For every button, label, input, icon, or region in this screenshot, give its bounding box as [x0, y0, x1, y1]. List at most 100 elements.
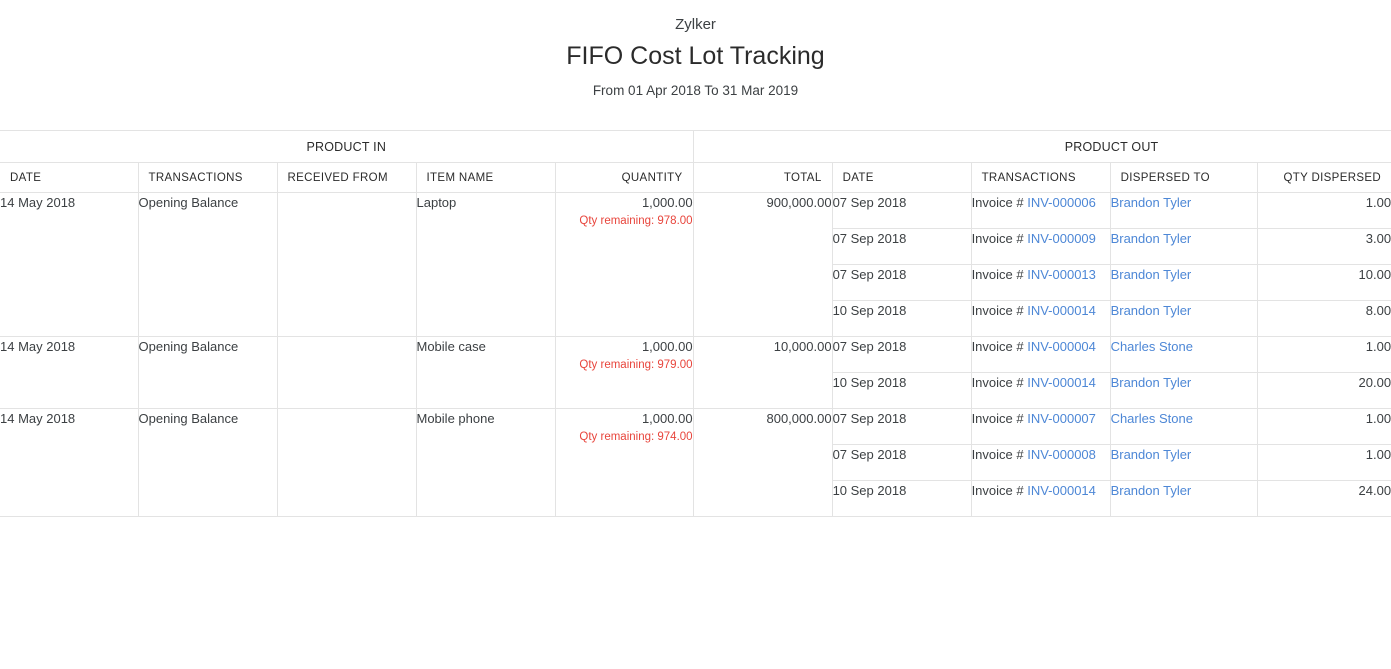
table-body: 14 May 2018Opening BalanceLaptop1,000.00… — [0, 193, 1391, 517]
group-header-product-in: PRODUCT IN — [0, 131, 693, 163]
cell-item-name: Mobile phone — [416, 409, 555, 517]
cell-qty-dispersed: 8.00 — [1257, 301, 1391, 337]
cell-in-date: 14 May 2018 — [0, 409, 138, 517]
cell-out-transaction: Invoice # INV-000009 — [971, 229, 1110, 265]
cell-in-date: 14 May 2018 — [0, 193, 138, 337]
col-header-dispersed-to: DISPERSED TO — [1110, 163, 1257, 193]
cell-out-date: 10 Sep 2018 — [832, 373, 971, 409]
cell-out-date: 07 Sep 2018 — [832, 193, 971, 229]
cell-qty-dispersed: 1.00 — [1257, 337, 1391, 373]
col-header-item-name: ITEM NAME — [416, 163, 555, 193]
customer-link[interactable]: Brandon Tyler — [1111, 483, 1192, 498]
qty-remaining-note: Qty remaining: 979.00 — [556, 357, 693, 374]
col-header-quantity: QUANTITY — [555, 163, 693, 193]
cell-out-transaction: Invoice # INV-000008 — [971, 445, 1110, 481]
fifo-table-container: PRODUCT IN PRODUCT OUT DATE TRANSACTIONS… — [0, 130, 1391, 517]
cell-in-transactions: Opening Balance — [138, 409, 277, 517]
cell-out-transaction: Invoice # INV-000007 — [971, 409, 1110, 445]
customer-link[interactable]: Brandon Tyler — [1111, 375, 1192, 390]
invoice-link[interactable]: INV-000013 — [1027, 267, 1096, 282]
cell-dispersed-to: Brandon Tyler — [1110, 481, 1257, 517]
customer-link[interactable]: Brandon Tyler — [1111, 195, 1192, 210]
cell-qty-dispersed: 1.00 — [1257, 409, 1391, 445]
cell-qty-dispersed: 1.00 — [1257, 445, 1391, 481]
cell-out-date: 10 Sep 2018 — [832, 481, 971, 517]
cell-item-name: Laptop — [416, 193, 555, 337]
invoice-label: Invoice # — [972, 231, 1028, 246]
report-date-range: From 01 Apr 2018 To 31 Mar 2019 — [0, 81, 1391, 101]
group-header-product-out: PRODUCT OUT — [832, 131, 1391, 163]
invoice-link[interactable]: INV-000009 — [1027, 231, 1096, 246]
col-header-total: TOTAL — [693, 163, 832, 193]
cell-dispersed-to: Charles Stone — [1110, 337, 1257, 373]
invoice-link[interactable]: INV-000014 — [1027, 483, 1096, 498]
col-header-out-transactions: TRANSACTIONS — [971, 163, 1110, 193]
invoice-label: Invoice # — [972, 303, 1028, 318]
col-header-out-date: DATE — [832, 163, 971, 193]
cell-total: 900,000.00 — [693, 193, 832, 337]
table-head: PRODUCT IN PRODUCT OUT DATE TRANSACTIONS… — [0, 131, 1391, 193]
table-row: 14 May 2018Opening BalanceMobile phone1,… — [0, 409, 1391, 445]
invoice-label: Invoice # — [972, 483, 1028, 498]
col-header-received-from: RECEIVED FROM — [277, 163, 416, 193]
cell-total: 10,000.00 — [693, 337, 832, 409]
customer-link[interactable]: Charles Stone — [1111, 411, 1193, 426]
organization-name: Zylker — [0, 14, 1391, 36]
customer-link[interactable]: Brandon Tyler — [1111, 447, 1192, 462]
cell-out-transaction: Invoice # INV-000004 — [971, 337, 1110, 373]
cell-out-date: 07 Sep 2018 — [832, 409, 971, 445]
quantity-value: 1,000.00 — [642, 195, 693, 210]
customer-link[interactable]: Brandon Tyler — [1111, 267, 1192, 282]
page-title: FIFO Cost Lot Tracking — [0, 38, 1391, 74]
table-row: 14 May 2018Opening BalanceMobile case1,0… — [0, 337, 1391, 373]
cell-dispersed-to: Brandon Tyler — [1110, 265, 1257, 301]
cell-in-transactions: Opening Balance — [138, 337, 277, 409]
customer-link[interactable]: Brandon Tyler — [1111, 231, 1192, 246]
table-row: 14 May 2018Opening BalanceLaptop1,000.00… — [0, 193, 1391, 229]
col-header-qty-dispersed: QTY DISPERSED — [1257, 163, 1391, 193]
cell-dispersed-to: Brandon Tyler — [1110, 193, 1257, 229]
cell-received-from — [277, 337, 416, 409]
col-header-in-transactions: TRANSACTIONS — [138, 163, 277, 193]
customer-link[interactable]: Charles Stone — [1111, 339, 1193, 354]
invoice-link[interactable]: INV-000006 — [1027, 195, 1096, 210]
cell-in-transactions: Opening Balance — [138, 193, 277, 337]
qty-remaining-note: Qty remaining: 974.00 — [556, 429, 693, 446]
quantity-value: 1,000.00 — [642, 339, 693, 354]
group-header-row: PRODUCT IN PRODUCT OUT — [0, 131, 1391, 163]
col-header-in-date: DATE — [0, 163, 138, 193]
invoice-link[interactable]: INV-000014 — [1027, 375, 1096, 390]
cell-out-transaction: Invoice # INV-000014 — [971, 481, 1110, 517]
invoice-link[interactable]: INV-000008 — [1027, 447, 1096, 462]
cell-received-from — [277, 409, 416, 517]
invoice-label: Invoice # — [972, 375, 1028, 390]
group-header-spacer — [693, 131, 832, 163]
cell-dispersed-to: Brandon Tyler — [1110, 445, 1257, 481]
fifo-cost-lot-tracking-table: PRODUCT IN PRODUCT OUT DATE TRANSACTIONS… — [0, 130, 1391, 517]
invoice-label: Invoice # — [972, 411, 1028, 426]
invoice-link[interactable]: INV-000007 — [1027, 411, 1096, 426]
customer-link[interactable]: Brandon Tyler — [1111, 303, 1192, 318]
cell-out-transaction: Invoice # INV-000014 — [971, 373, 1110, 409]
cell-dispersed-to: Charles Stone — [1110, 409, 1257, 445]
cell-quantity: 1,000.00 Qty remaining: 978.00 — [555, 193, 693, 337]
cell-quantity: 1,000.00Qty remaining: 974.00 — [555, 409, 693, 517]
cell-qty-dispersed: 20.00 — [1257, 373, 1391, 409]
invoice-label: Invoice # — [972, 339, 1028, 354]
cell-qty-dispersed: 24.00 — [1257, 481, 1391, 517]
cell-qty-dispersed: 10.00 — [1257, 265, 1391, 301]
cell-qty-dispersed: 1.00 — [1257, 193, 1391, 229]
cell-total: 800,000.00 — [693, 409, 832, 517]
cell-item-name: Mobile case — [416, 337, 555, 409]
invoice-label: Invoice # — [972, 447, 1028, 462]
cell-received-from — [277, 193, 416, 337]
cell-out-transaction: Invoice # INV-000006 — [971, 193, 1110, 229]
qty-remaining-note: Qty remaining: 978.00 — [556, 213, 693, 230]
invoice-link[interactable]: INV-000004 — [1027, 339, 1096, 354]
cell-out-transaction: Invoice # INV-000013 — [971, 265, 1110, 301]
cell-qty-dispersed: 3.00 — [1257, 229, 1391, 265]
cell-out-date: 07 Sep 2018 — [832, 337, 971, 373]
invoice-link[interactable]: INV-000014 — [1027, 303, 1096, 318]
cell-in-date: 14 May 2018 — [0, 337, 138, 409]
cell-out-date: 10 Sep 2018 — [832, 301, 971, 337]
